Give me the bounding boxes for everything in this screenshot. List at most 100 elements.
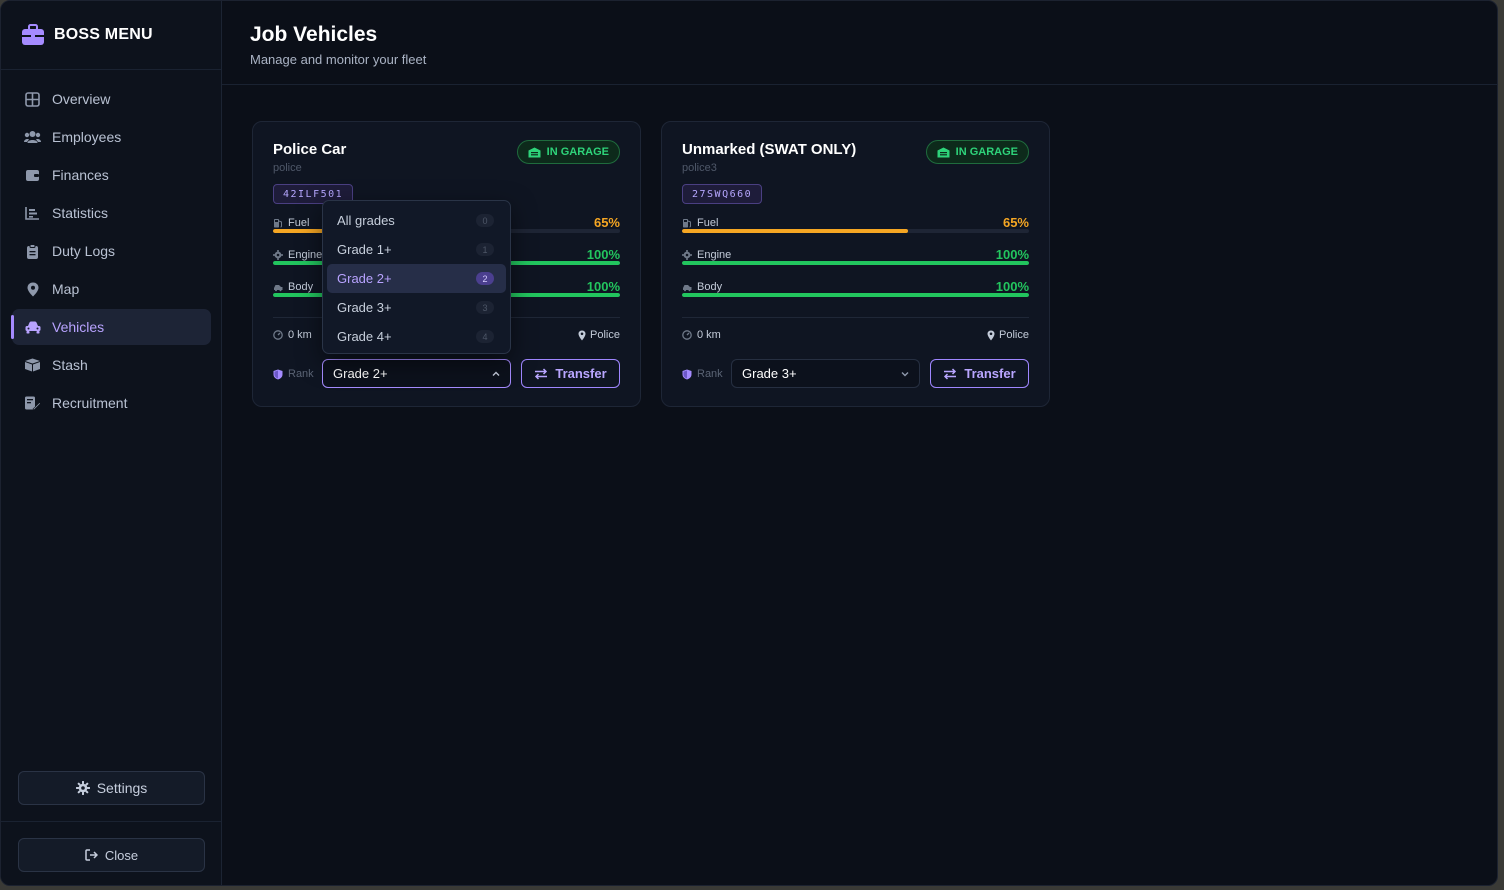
body-label: Body (288, 281, 314, 293)
rank-option-all-grades[interactable]: All grades 0 (327, 206, 506, 235)
rank-select[interactable]: Grade 2+ (322, 359, 511, 388)
settings-button[interactable]: Settings (18, 771, 205, 805)
transfer-button[interactable]: Transfer (930, 359, 1029, 388)
fuel-label: Fuel (697, 217, 719, 229)
fuel-bar-fill (682, 229, 908, 233)
location-value: Police (999, 329, 1029, 341)
grid-icon (24, 91, 41, 108)
sidebar-item-label: Employees (52, 129, 122, 145)
shield-icon (682, 369, 692, 379)
sidebar-item-employees[interactable]: Employees (12, 119, 211, 155)
status-label: IN GARAGE (955, 146, 1018, 158)
box-icon (24, 357, 41, 374)
status-badge: IN GARAGE (516, 140, 620, 164)
transfer-button[interactable]: Transfer (521, 359, 620, 388)
option-number-badge: 2 (476, 272, 494, 285)
gauge-icon (273, 330, 283, 340)
engine-value: 100% (586, 247, 620, 262)
gas-pump-icon (274, 219, 282, 228)
option-label: Grade 1+ (337, 242, 392, 257)
option-number-badge: 1 (476, 243, 494, 256)
body-value: 100% (995, 279, 1029, 294)
sidebar-item-recruitment[interactable]: Recruitment (12, 385, 211, 421)
page-subtitle: Manage and monitor your fleet (250, 52, 427, 67)
page-header: Job Vehicles Manage and monitor your fle… (222, 1, 1497, 85)
license-plate: 27SWQ660 (682, 184, 763, 204)
option-label: Grade 4+ (337, 329, 392, 344)
chevron-up-icon (492, 371, 500, 376)
boss-menu-window: BOSS MENU Overview Employees Finances St… (0, 0, 1498, 886)
sidebar-item-label: Stash (52, 357, 88, 373)
rank-label: Rank (682, 368, 723, 380)
car-crash-icon (683, 285, 692, 292)
option-number-badge: 3 (476, 301, 494, 314)
body-stat: Body 100% (682, 279, 1029, 307)
option-label: Grade 2+ (337, 271, 392, 286)
car-crash-icon (274, 285, 283, 292)
engine-bar-fill (682, 261, 1029, 265)
vehicle-model: police3 (682, 162, 717, 174)
rank-select-value: Grade 2+ (333, 366, 388, 381)
rank-label-text: Rank (288, 368, 314, 380)
mileage-value: 0 km (288, 329, 312, 341)
signature-icon (24, 395, 41, 412)
option-number-badge: 0 (476, 214, 494, 227)
rank-select-value: Grade 3+ (742, 366, 797, 381)
gear-icon (75, 781, 90, 795)
fuel-label: Fuel (288, 217, 310, 229)
arrows-exchange-icon (944, 367, 957, 380)
sidebar-item-finances[interactable]: Finances (12, 157, 211, 193)
sidebar-item-label: Recruitment (52, 395, 128, 411)
engine-value: 100% (995, 247, 1029, 262)
rank-select[interactable]: Grade 3+ (731, 359, 920, 388)
fuel-stat: Fuel 65% (682, 215, 1029, 243)
option-label: Grade 3+ (337, 300, 392, 315)
close-button[interactable]: Close (18, 838, 205, 872)
vehicle-model: police (273, 162, 302, 174)
arrows-exchange-icon (535, 367, 548, 380)
sidebar-item-overview[interactable]: Overview (12, 81, 211, 117)
sidebar-item-stash[interactable]: Stash (12, 347, 211, 383)
fuel-value: 65% (1002, 215, 1029, 230)
rank-option-grade-1[interactable]: Grade 1+ 1 (327, 235, 506, 264)
cog-icon (682, 250, 692, 260)
brand-title: BOSS MENU (54, 26, 153, 43)
page-title: Job Vehicles (250, 23, 378, 46)
sign-out-icon (85, 849, 98, 861)
vehicle-name: Unmarked (SWAT ONLY) (682, 141, 857, 158)
transfer-label: Transfer (964, 366, 1016, 381)
briefcase-icon (22, 24, 44, 45)
location-pin-icon (578, 330, 586, 340)
engine-label: Engine (697, 249, 732, 261)
fuel-value: 65% (593, 215, 620, 230)
sidebar-item-vehicles[interactable]: Vehicles (11, 309, 211, 345)
car-icon (24, 319, 41, 336)
mileage: 0 km (273, 329, 312, 341)
status-label: IN GARAGE (546, 146, 609, 158)
chart-icon (24, 205, 41, 222)
sidebar-item-label: Overview (52, 91, 111, 107)
location: Police (987, 329, 1029, 341)
engine-bar (682, 261, 1029, 265)
warehouse-icon (937, 147, 950, 157)
rank-option-grade-2[interactable]: Grade 2+ 2 (327, 264, 506, 293)
close-label: Close (104, 847, 139, 863)
card-divider (682, 317, 1029, 318)
sidebar-item-duty-logs[interactable]: Duty Logs (12, 233, 211, 269)
status-badge: IN GARAGE (925, 140, 1029, 164)
settings-label: Settings (96, 780, 148, 796)
body-value: 100% (586, 279, 620, 294)
clipboard-icon (24, 243, 41, 260)
rank-option-grade-4[interactable]: Grade 4+ 4 (327, 322, 506, 351)
chevron-down-icon (901, 372, 909, 377)
sidebar-item-statistics[interactable]: Statistics (12, 195, 211, 231)
gauge-icon (682, 330, 692, 340)
body-label: Body (697, 281, 723, 293)
cog-icon (273, 250, 283, 260)
sidebar-item-label: Finances (52, 167, 109, 183)
sidebar-divider (1, 821, 221, 822)
rank-option-grade-3[interactable]: Grade 3+ 3 (327, 293, 506, 322)
sidebar-item-map[interactable]: Map (12, 271, 211, 307)
location-value: Police (590, 329, 620, 341)
vehicle-name: Police Car (273, 141, 347, 158)
